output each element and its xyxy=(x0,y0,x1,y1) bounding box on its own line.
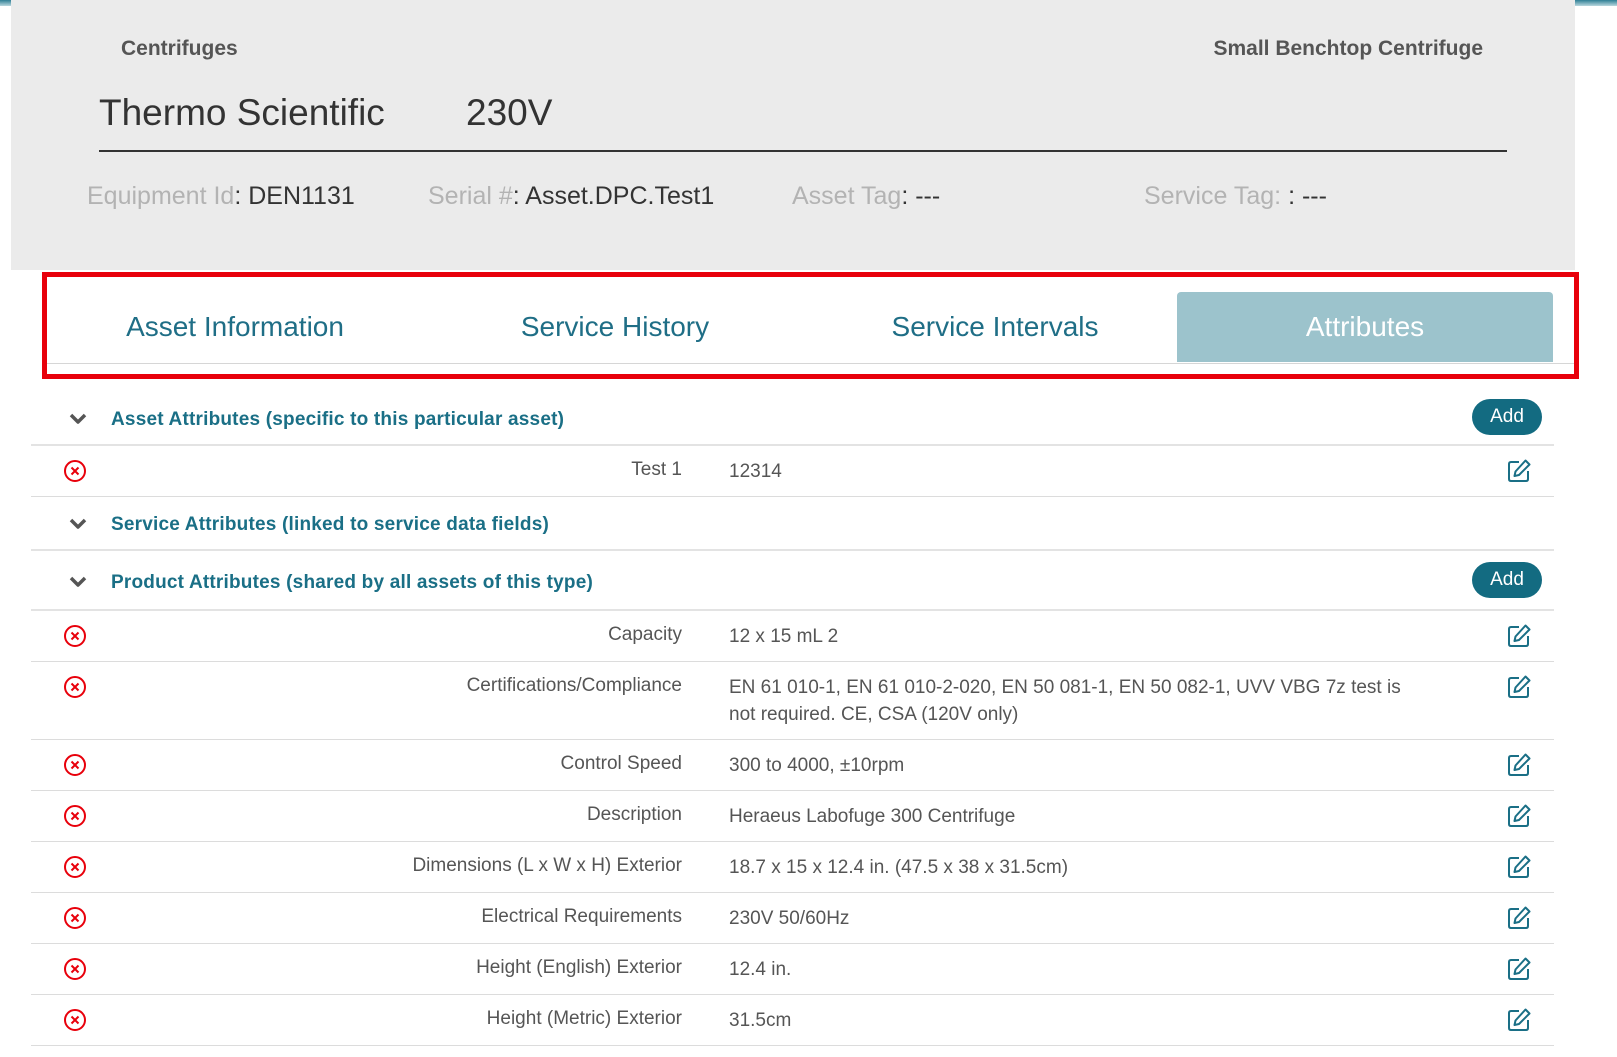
chevron-down-icon[interactable] xyxy=(69,573,87,591)
serial-number: Serial #: Asset.DPC.Test1 xyxy=(428,182,714,211)
equipment-id-label: Equipment Id xyxy=(87,182,235,210)
attribute-row: Capacity 12 x 15 mL 2 xyxy=(31,611,1554,662)
chevron-down-icon[interactable] xyxy=(69,410,87,428)
edit-icon[interactable] xyxy=(1506,956,1532,982)
edit-icon[interactable] xyxy=(1506,803,1532,829)
attribute-key: Electrical Requirements xyxy=(481,906,682,927)
asset-voltage: 230V xyxy=(466,92,553,133)
equipment-id: Equipment Id: DEN1131 xyxy=(87,182,355,211)
attribute-row: Electrical Requirements 230V 50/60Hz xyxy=(31,893,1554,944)
asset-category: Centrifuges xyxy=(121,37,238,60)
asset-tag-label: Asset Tag xyxy=(792,182,902,210)
serial-number-value: : Asset.DPC.Test1 xyxy=(512,182,715,210)
asset-tag-value: : --- xyxy=(901,182,941,210)
attribute-key: Capacity xyxy=(608,624,682,645)
circle-x-icon[interactable] xyxy=(63,1008,87,1032)
attribute-value: 12314 xyxy=(729,461,782,482)
attribute-row: Dimensions (L x W x H) Exterior 18.7 x 1… xyxy=(31,842,1554,893)
serial-number-label: Serial # xyxy=(428,182,513,210)
section-title: Product Attributes (shared by all assets… xyxy=(111,572,594,593)
service-tag: Service Tag: : --- xyxy=(1144,182,1327,211)
attribute-row: Description Heraeus Labofuge 300 Centrif… xyxy=(31,791,1554,842)
attribute-value: 31.5cm xyxy=(729,1010,792,1031)
circle-x-icon[interactable] xyxy=(63,855,87,879)
section-asset-attributes: Asset Attributes (specific to this parti… xyxy=(31,392,1554,446)
edit-icon[interactable] xyxy=(1506,752,1532,778)
attribute-row: Control Speed 300 to 4000, ±10rpm xyxy=(31,740,1554,791)
attribute-key: Control Speed xyxy=(560,753,682,774)
tab-service-intervals[interactable]: Service Intervals xyxy=(807,292,1183,362)
circle-x-icon[interactable] xyxy=(63,753,87,777)
section-title: Asset Attributes (specific to this parti… xyxy=(111,409,565,430)
circle-x-icon[interactable] xyxy=(63,459,87,483)
attribute-key: Test 1 xyxy=(631,459,682,480)
edit-icon[interactable] xyxy=(1506,674,1532,700)
edit-icon[interactable] xyxy=(1506,854,1532,880)
asset-model: Small Benchtop Centrifuge xyxy=(1213,37,1483,60)
attribute-key: Height (English) Exterior xyxy=(476,957,682,978)
section-service-attributes: Service Attributes (linked to service da… xyxy=(31,497,1554,551)
asset-title-row: Thermo Scientific 230V xyxy=(99,88,1507,152)
attribute-key: Height (Metric) Exterior xyxy=(486,1008,682,1029)
tab-service-history[interactable]: Service History xyxy=(427,292,803,362)
edit-icon[interactable] xyxy=(1506,905,1532,931)
attribute-value: EN 61 010-1, EN 61 010-2-020, EN 50 081-… xyxy=(729,677,1401,725)
asset-header: Centrifuges Small Benchtop Centrifuge Th… xyxy=(11,0,1575,270)
attribute-row: Height (Metric) Exterior 31.5cm xyxy=(31,995,1554,1046)
attribute-value: Heraeus Labofuge 300 Centrifuge xyxy=(729,806,1016,827)
equipment-id-value: : DEN1131 xyxy=(234,182,355,210)
add-product-attribute-button[interactable]: Add xyxy=(1472,562,1542,598)
service-tag-label: Service Tag: xyxy=(1144,182,1289,210)
attribute-value: 12 x 15 mL 2 xyxy=(729,626,839,647)
section-product-attributes: Product Attributes (shared by all assets… xyxy=(31,551,1554,611)
attribute-value: 18.7 x 15 x 12.4 in. (47.5 x 38 x 31.5cm… xyxy=(729,857,1069,878)
asset-tag: Asset Tag: --- xyxy=(792,182,940,211)
tab-attributes[interactable]: Attributes xyxy=(1177,292,1553,362)
circle-x-icon[interactable] xyxy=(63,624,87,648)
tabs-divider xyxy=(47,363,1574,364)
circle-x-icon[interactable] xyxy=(63,906,87,930)
attribute-value: 230V 50/60Hz xyxy=(729,908,850,929)
asset-manufacturer: Thermo Scientific xyxy=(99,92,385,133)
attribute-value: 300 to 4000, ±10rpm xyxy=(729,755,905,776)
circle-x-icon[interactable] xyxy=(63,804,87,828)
circle-x-icon[interactable] xyxy=(63,957,87,981)
edit-icon[interactable] xyxy=(1506,458,1532,484)
attribute-row: Height (English) Exterior 12.4 in. xyxy=(31,944,1554,995)
attributes-list: Asset Attributes (specific to this parti… xyxy=(31,392,1554,1046)
attribute-row: Certifications/Compliance EN 61 010-1, E… xyxy=(31,662,1554,740)
attribute-key: Dimensions (L x W x H) Exterior xyxy=(412,855,682,876)
attribute-value: 12.4 in. xyxy=(729,959,792,980)
edit-icon[interactable] xyxy=(1506,1007,1532,1033)
attribute-row: Test 1 12314 xyxy=(31,446,1554,497)
attribute-key: Certifications/Compliance xyxy=(466,675,682,696)
service-tag-value: : --- xyxy=(1288,182,1327,210)
section-title: Service Attributes (linked to service da… xyxy=(111,514,549,535)
attribute-key: Description xyxy=(586,804,682,825)
chevron-down-icon[interactable] xyxy=(69,515,87,533)
add-asset-attribute-button[interactable]: Add xyxy=(1472,399,1542,435)
tabs-highlight-box: Asset Information Service History Servic… xyxy=(42,272,1579,379)
tab-asset-information[interactable]: Asset Information xyxy=(47,292,423,362)
edit-icon[interactable] xyxy=(1506,623,1532,649)
circle-x-icon[interactable] xyxy=(63,675,87,699)
